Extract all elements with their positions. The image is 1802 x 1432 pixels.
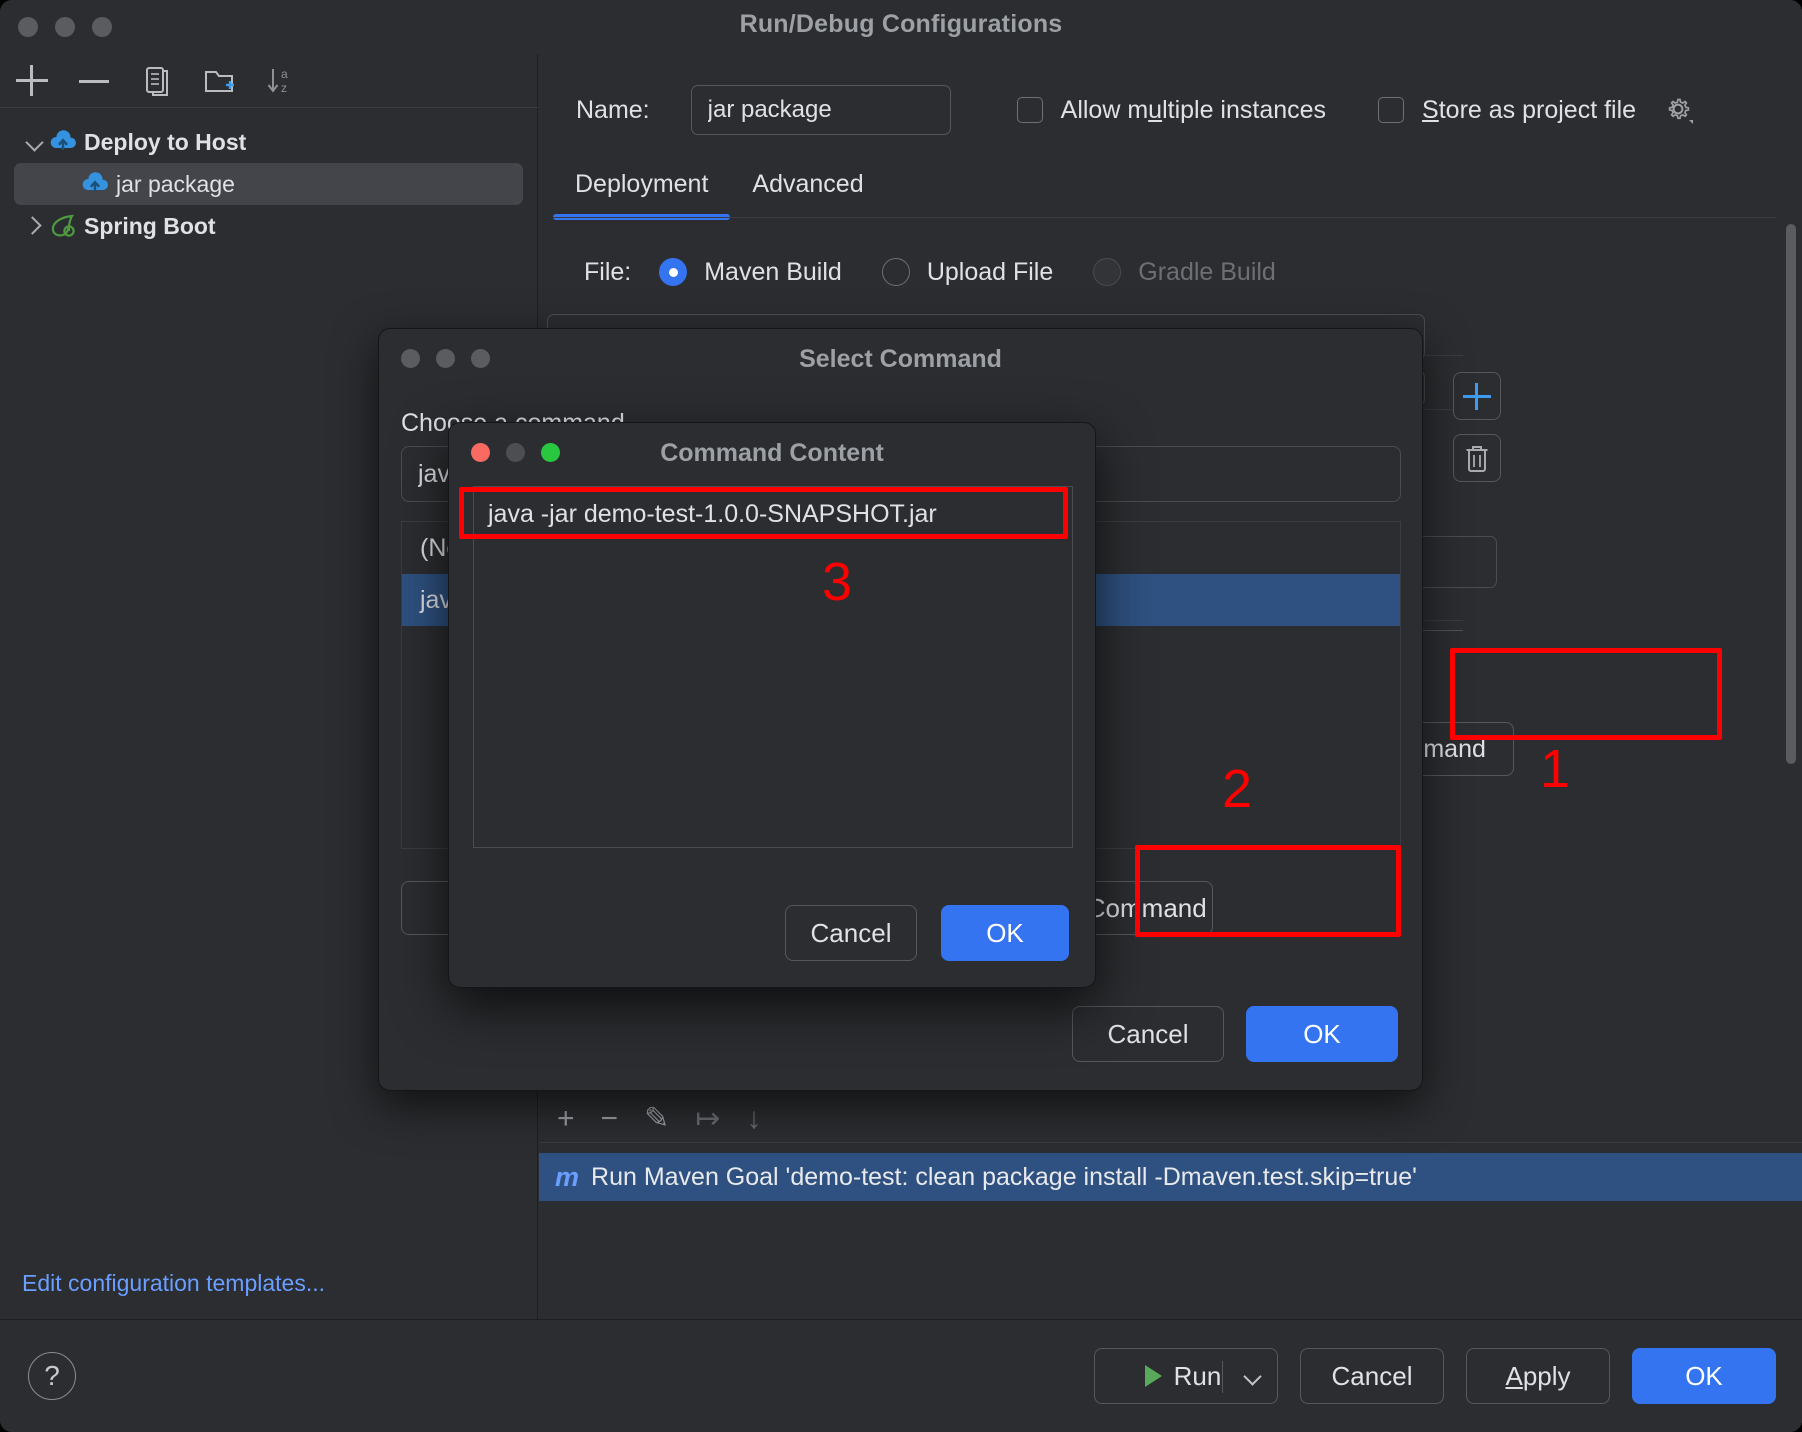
command-content-cancel-button[interactable]: Cancel bbox=[785, 905, 917, 961]
tree-group-spring-boot[interactable]: Spring Boot bbox=[0, 205, 537, 247]
cloud-upload-icon bbox=[80, 171, 110, 197]
add-row-icon[interactable] bbox=[1453, 372, 1501, 420]
play-icon bbox=[1144, 1365, 1162, 1387]
sort-alphabetically-icon[interactable]: a z bbox=[264, 64, 298, 98]
file-source-row: File: Maven Build Upload File Gradle Bui… bbox=[539, 244, 1316, 300]
radio-gradle-build-control bbox=[1093, 258, 1122, 286]
command-content-dialog: Command Content java -jar demo-test-1.0.… bbox=[448, 422, 1096, 988]
apply-button[interactable]: Apply bbox=[1466, 1348, 1610, 1404]
ok-button[interactable]: OK bbox=[1632, 1348, 1776, 1404]
tab-advanced-label: Advanced bbox=[752, 170, 864, 198]
store-as-project-file-label: Store as project file bbox=[1422, 95, 1637, 124]
add-icon[interactable]: + bbox=[557, 1103, 575, 1134]
copy-icon[interactable] bbox=[140, 64, 174, 98]
chevron-right-icon[interactable] bbox=[22, 213, 48, 239]
chevron-down-icon[interactable] bbox=[22, 129, 48, 155]
window-title-bar: Run/Debug Configurations bbox=[0, 0, 1802, 54]
radio-upload-file-label: Upload File bbox=[926, 257, 1054, 286]
tree-group-label: Spring Boot bbox=[84, 212, 216, 239]
svg-text:a: a bbox=[281, 67, 288, 81]
store-as-project-file-checkbox[interactable] bbox=[1378, 97, 1405, 123]
edit-icon[interactable]: ✎ bbox=[644, 1103, 669, 1134]
name-row: Name: Allow multiple instances Store as … bbox=[539, 80, 1802, 140]
select-command-footer: Cancel OK bbox=[1072, 1006, 1398, 1062]
command-content-textarea[interactable]: java -jar demo-test-1.0.0-SNAPSHOT.jar bbox=[473, 486, 1073, 848]
radio-maven-build-control[interactable] bbox=[659, 258, 688, 286]
command-content-ok-button[interactable]: OK bbox=[941, 905, 1069, 961]
apply-label: pply bbox=[1522, 1360, 1571, 1391]
cancel-button[interactable]: Cancel bbox=[1300, 1348, 1444, 1404]
spring-leaf-icon bbox=[48, 213, 78, 239]
help-button[interactable]: ? bbox=[28, 1352, 76, 1400]
sidebar-toolbar: a z bbox=[0, 54, 538, 108]
command-content-dialog-title: Command Content bbox=[660, 439, 884, 467]
allow-multiple-instances-label: Allow multiple instances bbox=[1060, 95, 1327, 124]
run-button-label: Run bbox=[1173, 1360, 1222, 1391]
vertical-scrollbar[interactable] bbox=[1786, 224, 1796, 764]
select-command-title-bar: Select Command bbox=[379, 329, 1422, 391]
new-folder-icon[interactable] bbox=[202, 64, 236, 98]
delete-row-icon[interactable] bbox=[1453, 434, 1501, 482]
name-label: Name: bbox=[576, 95, 650, 124]
tree-group-deploy-to-host[interactable]: Deploy to Host bbox=[0, 121, 537, 163]
run-debug-configurations-window: Run/Debug Configurations a z Deploy to H… bbox=[0, 0, 1802, 1432]
store-as-project-file-row[interactable]: Store as project file bbox=[1378, 95, 1694, 125]
allow-multiple-instances-row[interactable]: Allow multiple instances bbox=[1016, 95, 1327, 125]
chevron-down-icon[interactable] bbox=[1243, 1367, 1262, 1386]
apply-accel: A bbox=[1505, 1360, 1523, 1391]
dialog-footer: ? Run Cancel Apply OK bbox=[0, 1319, 1802, 1432]
run-button[interactable]: Run bbox=[1094, 1348, 1278, 1404]
select-command-cancel-button[interactable]: Cancel bbox=[1072, 1006, 1224, 1062]
tree-item-label: jar package bbox=[116, 170, 235, 197]
radio-upload-file-control[interactable] bbox=[881, 258, 910, 286]
radio-gradle-build-label: Gradle Build bbox=[1138, 257, 1276, 286]
gear-icon[interactable] bbox=[1664, 95, 1694, 125]
tree-group-label: Deploy to Host bbox=[84, 128, 247, 155]
footer-button-group: Run Cancel Apply OK bbox=[1094, 1348, 1776, 1404]
remove-icon[interactable] bbox=[78, 64, 112, 98]
tab-advanced[interactable]: Advanced bbox=[730, 164, 885, 220]
tab-deployment[interactable]: Deployment bbox=[553, 164, 731, 220]
remove-icon[interactable]: − bbox=[601, 1103, 619, 1134]
command-content-footer: Cancel OK bbox=[785, 905, 1069, 961]
radio-upload-file[interactable]: Upload File bbox=[881, 257, 1054, 287]
select-command-ok-button[interactable]: OK bbox=[1246, 1006, 1398, 1062]
name-input[interactable] bbox=[690, 85, 951, 135]
run-button-separator bbox=[1222, 1361, 1223, 1393]
before-launch-task-row[interactable]: m Run Maven Goal 'demo-test: clean packa… bbox=[539, 1153, 1802, 1201]
file-label: File: bbox=[584, 257, 632, 286]
tabs-divider bbox=[553, 217, 1776, 218]
before-launch-task-label: Run Maven Goal 'demo-test: clean package… bbox=[591, 1162, 1417, 1191]
move-down-icon: ↓ bbox=[746, 1101, 762, 1135]
svg-text:z: z bbox=[281, 81, 287, 95]
cloud-upload-icon bbox=[48, 129, 78, 155]
command-content-title-bar: Command Content bbox=[449, 423, 1095, 485]
before-launch-toolbar: + − ✎ ↦ ↓ bbox=[539, 1095, 1802, 1143]
radio-maven-build-label: Maven Build bbox=[704, 257, 842, 286]
window-title: Run/Debug Configurations bbox=[739, 10, 1063, 38]
add-icon[interactable] bbox=[16, 64, 50, 98]
tree-item-jar-package[interactable]: jar package bbox=[14, 163, 523, 205]
radio-maven-build[interactable]: Maven Build bbox=[659, 258, 842, 287]
maven-badge-icon: m bbox=[555, 1161, 580, 1192]
radio-gradle-build: Gradle Build bbox=[1093, 258, 1276, 287]
allow-multiple-instances-checkbox[interactable] bbox=[1016, 97, 1043, 123]
edit-configuration-templates-link[interactable]: Edit configuration templates... bbox=[22, 1270, 325, 1297]
select-command-dialog-title: Select Command bbox=[799, 345, 1002, 373]
move-top-icon: ↦ bbox=[695, 1101, 721, 1135]
configuration-tabs: Deployment Advanced bbox=[553, 164, 1802, 222]
tab-deployment-label: Deployment bbox=[575, 170, 709, 198]
